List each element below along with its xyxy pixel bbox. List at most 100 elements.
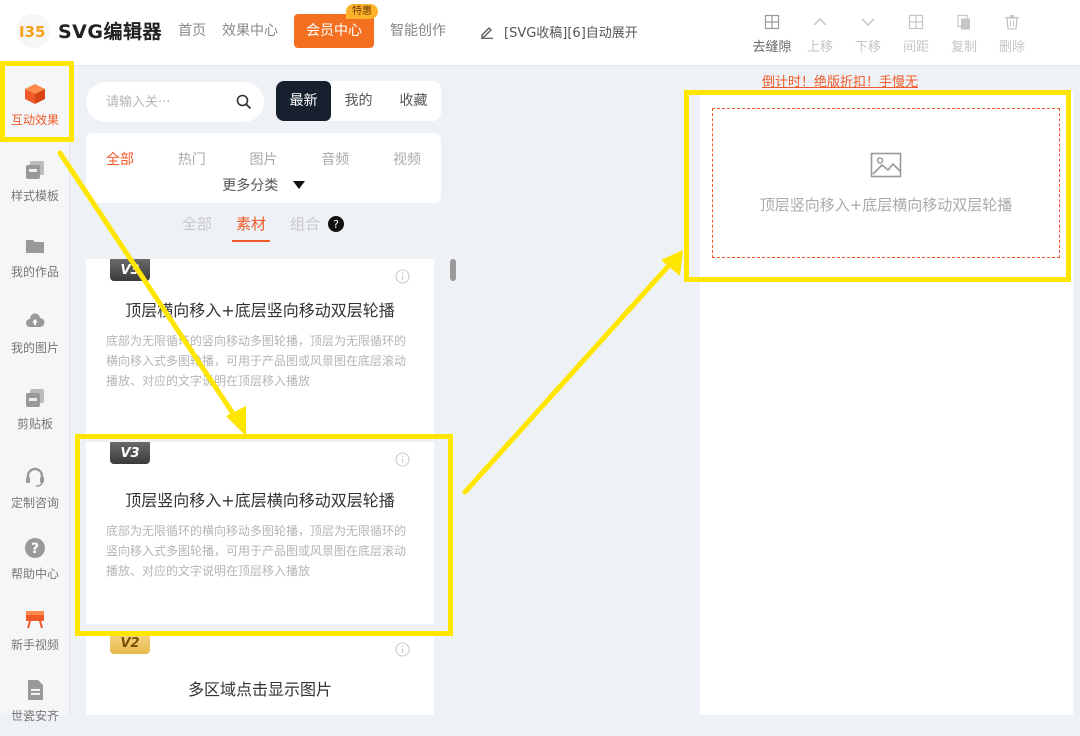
cloud-upload-icon <box>24 310 46 334</box>
info-icon[interactable] <box>395 452 410 471</box>
move-down-button[interactable]: 下移 <box>844 12 892 55</box>
nav-smart-create[interactable]: 智能创作 <box>382 13 454 49</box>
canvas-element-label: 顶层竖向移入+底层横向移动双层轮播 <box>759 195 1013 214</box>
category-image[interactable]: 图片 <box>250 149 278 169</box>
edit-pencil-icon <box>481 26 493 39</box>
canvas-element-placeholder[interactable]: 顶层竖向移入+底层横向移动双层轮播 <box>712 108 1060 258</box>
category-video[interactable]: 视频 <box>393 149 421 169</box>
document-icon <box>24 678 46 702</box>
effect-title: 顶层竖向移入+底层横向移动双层轮播 <box>125 491 395 510</box>
segment-latest[interactable]: 最新 <box>276 81 331 121</box>
copy-icon <box>956 12 972 32</box>
effect-card[interactable]: V3 顶层竖向移入+底层横向移动双层轮播 底部为无限循环的横向移动多图轮播，顶层… <box>86 442 434 624</box>
material-subtabs: 全部 素材 组合 ? <box>182 214 345 242</box>
category-filter: 全部 热门 图片 音频 视频 更多分类 <box>86 133 441 203</box>
help-circle-icon[interactable]: ? <box>328 216 345 232</box>
promo-link[interactable]: 倒计时！绝版折扣！手慢无 <box>700 71 980 90</box>
top-nav: 首页 效果中心 会员中心 特惠 智能创作 <box>170 4 454 49</box>
nav-effects-center[interactable]: 效果中心 <box>214 13 286 49</box>
segment-favorites[interactable]: 收藏 <box>386 81 441 121</box>
delete-label: 删除 <box>998 40 1025 55</box>
vip-discount-badge: 特惠 <box>346 4 378 19</box>
clipboard-icon <box>24 386 46 410</box>
document-title[interactable]: [SVG收稿][6]自动展开 <box>480 22 638 41</box>
effect-list: V3 顶层横向移入+底层竖向移动双层轮播 底部为无限循环的竖向移动多图轮播，顶层… <box>86 259 436 715</box>
info-icon[interactable] <box>395 642 410 661</box>
question-icon: ? <box>24 536 46 560</box>
sidebar-item-label: 世瓷安齐 <box>10 709 59 723</box>
effects-library-panel: 最新 我的 收藏 全部 热门 图片 音频 视频 更多分类 全部 素材 组合 ? … <box>70 66 456 715</box>
video-icon <box>24 607 46 631</box>
delete-button[interactable]: 删除 <box>988 12 1036 55</box>
effect-card[interactable]: V3 顶层横向移入+底层竖向移动双层轮播 底部为无限循环的竖向移动多图轮播，顶层… <box>86 259 434 437</box>
toolbar: 去缝隙 上移 下移 间距 复制 删除 <box>748 12 1036 55</box>
version-badge: V3 <box>110 442 150 464</box>
sidebar: 互动效果 样式模板 我的作品 我的图片 剪贴板 定制咨询 ? 帮助中心 新手视频… <box>0 66 70 723</box>
sidebar-item-style-templates[interactable]: 样式模板 <box>0 146 70 216</box>
subtab-material[interactable]: 素材 <box>232 214 271 242</box>
nav-vip-center[interactable]: 会员中心 特惠 <box>294 4 378 48</box>
effect-description: 底部为无限循环的横向移动多图轮播，顶层为无限循环的竖向移入式多图轮播，可用于产品… <box>106 524 407 578</box>
sidebar-item-custom-consult[interactable]: 定制咨询 <box>0 453 70 523</box>
sidebar-item-label: 样式模板 <box>10 189 59 203</box>
sidebar-item-label: 新手视频 <box>10 638 59 652</box>
sidebar-item-label: 我的图片 <box>10 341 59 355</box>
version-badge: V3 <box>110 259 150 281</box>
spacing-label: 间距 <box>902 40 929 55</box>
remove-gap-button[interactable]: 去缝隙 <box>748 12 796 55</box>
category-all[interactable]: 全部 <box>106 149 134 169</box>
caret-down-icon <box>292 178 305 194</box>
category-hot[interactable]: 热门 <box>178 149 206 169</box>
svg-text:I35: I35 <box>19 23 45 40</box>
sidebar-item-clipboard[interactable]: 剪贴板 <box>0 374 70 444</box>
headset-icon <box>24 465 46 489</box>
nav-home[interactable]: 首页 <box>170 13 214 49</box>
chevron-down-icon <box>860 12 876 32</box>
sidebar-item-interactive-effects[interactable]: 互动效果 <box>0 70 70 140</box>
cube-icon <box>24 82 46 106</box>
effect-card[interactable]: V2 多区域点击显示图片 <box>86 632 434 715</box>
sidebar-item-my-works[interactable]: 我的作品 <box>0 222 70 292</box>
app-header: I35 SVG编辑器 首页 效果中心 会员中心 特惠 智能创作 [SVG收稿][… <box>0 0 1080 66</box>
app-name: SVG编辑器 <box>58 21 162 43</box>
chevron-up-icon <box>812 12 828 32</box>
folder-icon <box>24 234 46 258</box>
sidebar-item-my-images[interactable]: 我的图片 <box>0 298 70 368</box>
info-icon[interactable] <box>395 269 410 288</box>
sidebar-item-beginner-videos[interactable]: 新手视频 <box>0 595 70 665</box>
search-icon[interactable] <box>236 94 252 110</box>
spacing-icon <box>908 12 924 32</box>
sidebar-item-help-center[interactable]: ? 帮助中心 <box>0 524 70 594</box>
svg-text:?: ? <box>31 541 39 557</box>
document-title-text: [SVG收稿][6]自动展开 <box>504 26 638 41</box>
copy-button[interactable]: 复制 <box>940 12 988 55</box>
more-categories-button[interactable]: 更多分类 <box>86 175 441 195</box>
search-box <box>86 82 264 122</box>
spacing-button[interactable]: 间距 <box>892 12 940 55</box>
category-audio[interactable]: 音频 <box>321 149 349 169</box>
more-categories-label: 更多分类 <box>222 178 279 194</box>
move-down-label: 下移 <box>854 40 881 55</box>
remove-gap-label: 去缝隙 <box>752 40 792 55</box>
move-up-button[interactable]: 上移 <box>796 12 844 55</box>
version-badge: V2 <box>110 632 150 654</box>
image-placeholder-icon <box>870 152 902 182</box>
template-icon <box>24 158 46 182</box>
sidebar-item-label: 帮助中心 <box>10 567 59 581</box>
search-input[interactable] <box>104 93 228 111</box>
sidebar-item-label: 我的作品 <box>10 265 59 279</box>
sidebar-item-label: 剪贴板 <box>16 417 53 431</box>
nav-vip-label: 会员中心 <box>306 23 362 39</box>
sidebar-item-label: 互动效果 <box>10 113 59 127</box>
effect-title: 多区域点击显示图片 <box>187 680 332 699</box>
sidebar-item-label: 定制咨询 <box>10 496 59 510</box>
sidebar-item-document[interactable]: 世瓷安齐 <box>0 666 70 736</box>
segment-mine[interactable]: 我的 <box>331 81 386 121</box>
grid-plus-icon <box>764 12 780 32</box>
logo-icon[interactable]: I35 <box>16 14 50 48</box>
effect-description: 底部为无限循环的竖向移动多图轮播，顶层为无限循环的横向移入式多图轮播，可用于产品… <box>106 334 407 388</box>
subtab-combo[interactable]: 组合 <box>290 214 320 242</box>
effect-title: 顶层横向移入+底层竖向移动双层轮播 <box>125 301 395 320</box>
sort-segment: 最新 我的 收藏 <box>276 81 441 121</box>
subtab-all[interactable]: 全部 <box>182 214 212 242</box>
